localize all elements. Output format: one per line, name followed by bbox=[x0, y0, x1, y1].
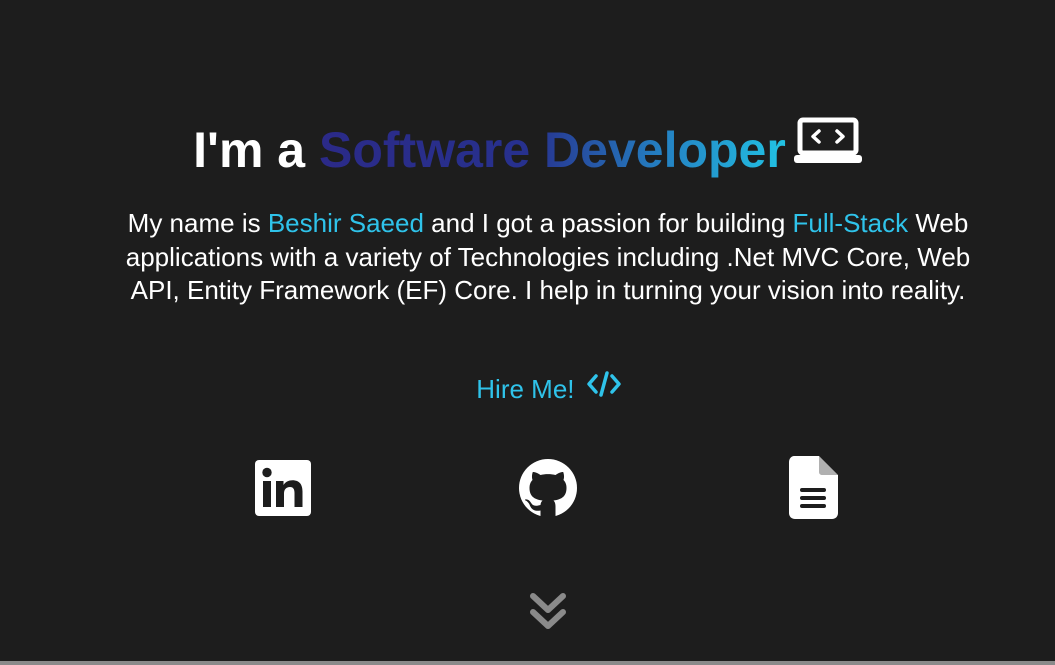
developer-name: Beshir Saeed bbox=[267, 208, 424, 238]
focus-highlight: Full-Stack bbox=[792, 208, 909, 238]
resume-link[interactable] bbox=[789, 456, 838, 519]
headline-role: Software Developer bbox=[319, 122, 786, 178]
code-icon bbox=[586, 370, 622, 406]
github-icon bbox=[519, 459, 577, 517]
intro-part-2: and I got a passion for building bbox=[423, 208, 793, 238]
intro-text: My name is Beshir Saeed and I got a pass… bbox=[110, 207, 986, 308]
hire-me-button[interactable]: Hire Me! bbox=[0, 371, 1055, 409]
intro-part-1: My name is bbox=[127, 208, 268, 238]
laptop-code-icon bbox=[793, 115, 862, 180]
github-link[interactable] bbox=[519, 459, 577, 517]
hero-section: I'm a Software Developer My name is Besh… bbox=[0, 0, 1055, 661]
page-title: I'm a Software Developer bbox=[0, 115, 1055, 186]
linkedin-icon bbox=[255, 460, 311, 516]
headline-prefix: I'm a bbox=[193, 122, 319, 178]
double-chevron-down-icon bbox=[529, 590, 567, 632]
document-icon bbox=[789, 456, 838, 519]
bottom-border bbox=[0, 661, 1055, 665]
linkedin-link[interactable] bbox=[255, 460, 311, 516]
hire-me-label: Hire Me! bbox=[476, 374, 582, 404]
scroll-down-button[interactable] bbox=[529, 590, 567, 632]
